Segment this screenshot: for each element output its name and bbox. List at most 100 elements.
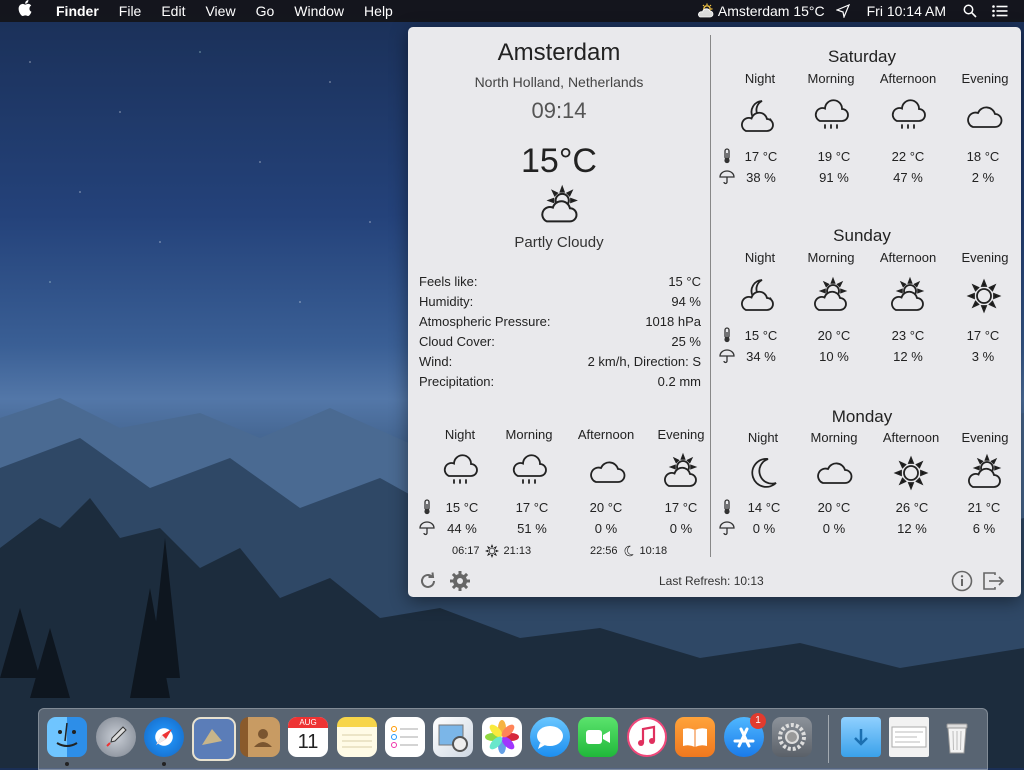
calendar-dock-icon[interactable]: AUG 11 <box>288 717 328 757</box>
weather-panel: Amsterdam North Holland, Netherlands 09:… <box>408 27 1021 597</box>
photos-dock-icon[interactable] <box>482 717 522 757</box>
period-precip: 34 % <box>746 349 776 364</box>
notes-dock-icon[interactable] <box>337 717 377 757</box>
detail-value: 0.2 mm <box>657 374 701 389</box>
period-label: Afternoon <box>577 427 635 442</box>
detail-value: 1018 hPa <box>645 314 701 329</box>
period-label: Afternoon <box>879 250 937 265</box>
period-precip: 47 % <box>893 170 923 185</box>
menu-bar: Finder File Edit View Go Window Help Ams… <box>0 0 1024 22</box>
day-name: Sunday <box>833 226 891 245</box>
calendar-day: 11 <box>297 731 319 753</box>
period-temp: 22 °C <box>891 149 925 164</box>
period-precip: 44 % <box>447 521 477 536</box>
period-precip: 3 % <box>971 349 995 364</box>
day-forecast-sunday: Night 15 °C 34 % Morning 20 °C 10 % Afte… <box>711 250 1021 370</box>
file-menu[interactable]: File <box>109 0 152 22</box>
facetime-dock-icon[interactable] <box>578 717 618 757</box>
period-temp: 17 °C <box>744 149 778 164</box>
period-temp: 17 °C <box>515 500 549 515</box>
current-condition: Partly Cloudy <box>514 234 604 251</box>
period-precip: 12 % <box>897 521 927 536</box>
period-label: Night <box>744 250 776 265</box>
period-precip: 6 % <box>972 521 996 536</box>
day-forecast-monday: Night 14 °C 0 % Morning 20 °C 0 % Aftern… <box>711 430 1021 550</box>
spotlight-search-icon[interactable] <box>960 0 980 22</box>
moonrise-time: 22:56 <box>590 545 618 557</box>
quit-icon[interactable] <box>982 569 1006 593</box>
moon-cloud-icon <box>739 97 781 137</box>
period-precip: 0 % <box>594 521 618 536</box>
period-precip: 10 % <box>819 349 849 364</box>
documents-stack-dock-icon[interactable] <box>889 717 929 757</box>
go-menu[interactable]: Go <box>246 0 285 22</box>
period-temp: 15 °C <box>744 328 778 343</box>
sunset-time: 21:13 <box>503 545 532 557</box>
refresh-icon[interactable] <box>416 569 440 593</box>
apple-menu-icon[interactable] <box>0 0 46 22</box>
contacts-dock-icon[interactable] <box>240 717 280 757</box>
period-precip: 51 % <box>517 521 547 536</box>
rain-icon <box>887 97 929 137</box>
partly-cloudy-icon <box>887 276 929 316</box>
period-precip: 38 % <box>746 170 776 185</box>
help-menu[interactable]: Help <box>354 0 403 22</box>
itunes-dock-icon[interactable] <box>627 717 667 757</box>
window-menu[interactable]: Window <box>284 0 354 22</box>
menubar-clock[interactable]: Fri 10:14 AM <box>853 0 956 22</box>
partly-cloudy-icon <box>810 276 852 316</box>
messages-dock-icon[interactable] <box>530 717 570 757</box>
info-icon[interactable] <box>950 569 974 593</box>
period-precip: 0 % <box>669 521 693 536</box>
ibooks-dock-icon[interactable] <box>675 717 715 757</box>
rain-icon <box>439 452 481 492</box>
cloud-icon <box>586 452 628 492</box>
period-temp: 17 °C <box>966 328 1000 343</box>
period-temp: 26 °C <box>895 500 929 515</box>
detail-row: Precipitation: 0.2 mm <box>419 372 701 392</box>
finder-menu[interactable]: Finder <box>46 0 109 22</box>
cloud-icon <box>963 97 1005 137</box>
reminders-dock-icon[interactable] <box>385 717 425 757</box>
period-label: Night <box>444 427 476 442</box>
detail-value: 25 % <box>671 334 701 349</box>
mail-dock-icon[interactable] <box>192 717 236 761</box>
app-store-badge: 1 <box>750 713 766 729</box>
notification-center-icon[interactable] <box>990 0 1010 22</box>
period-temp: 20 °C <box>817 500 851 515</box>
sunrise-time: 06:17 <box>452 545 480 557</box>
partly-cloudy-icon <box>964 453 1006 493</box>
detail-label: Cloud Cover: <box>419 334 495 349</box>
detail-row: Feels like: 15 °C <box>419 272 701 292</box>
weather-status-text: Amsterdam 15°C <box>717 3 825 19</box>
detail-row: Wind: 2 km/h, Direction: S <box>419 352 701 372</box>
sun-times: 06:17 21:13 <box>452 543 531 559</box>
period-label: Morning <box>807 71 855 86</box>
period-label: Morning <box>505 427 553 442</box>
period-temp: 20 °C <box>589 500 623 515</box>
location-icon[interactable] <box>833 0 853 22</box>
period-precip: 12 % <box>893 349 923 364</box>
safari-dock-icon[interactable] <box>144 717 184 757</box>
period-label: Night <box>744 71 776 86</box>
preview-dock-icon[interactable] <box>433 717 473 757</box>
period-label: Morning <box>810 430 858 445</box>
launchpad-dock-icon[interactable] <box>96 717 136 757</box>
detail-label: Precipitation: <box>419 374 495 389</box>
finder-dock-icon[interactable] <box>47 717 87 757</box>
downloads-folder-dock-icon[interactable] <box>841 717 881 757</box>
current-temperature: 15°C <box>521 142 597 180</box>
gear-icon[interactable] <box>448 569 472 593</box>
safari-running-indicator <box>162 762 166 766</box>
edit-menu[interactable]: Edit <box>151 0 195 22</box>
period-temp: 23 °C <box>891 328 925 343</box>
system-preferences-dock-icon[interactable] <box>772 717 812 757</box>
period-label: Morning <box>807 250 855 265</box>
weather-status-item[interactable]: Amsterdam 15°C <box>687 0 833 22</box>
period-label: Evening <box>961 430 1009 445</box>
detail-value: 15 °C <box>668 274 701 289</box>
detail-value: 2 km/h, Direction: S <box>587 354 701 369</box>
trash-dock-icon[interactable] <box>937 717 977 757</box>
view-menu[interactable]: View <box>195 0 245 22</box>
sun-icon <box>890 453 932 493</box>
